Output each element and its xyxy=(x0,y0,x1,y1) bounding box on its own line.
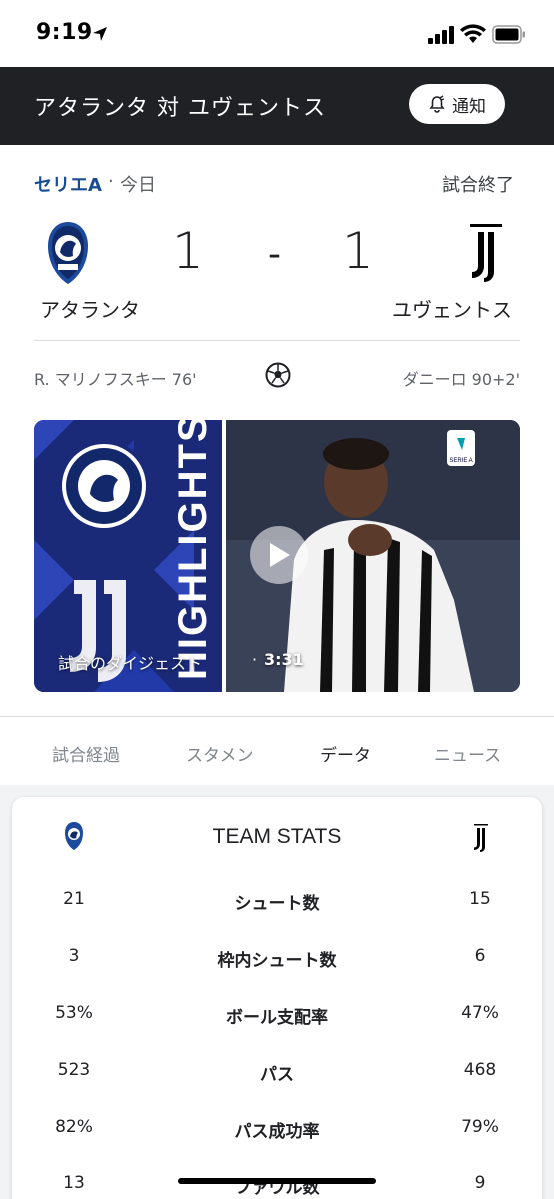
battery-icon xyxy=(492,25,525,44)
stat-away-value: 9 xyxy=(474,1173,486,1193)
stat-row: 523 パス 468 xyxy=(12,1050,542,1090)
stat-label: ボール支配率 xyxy=(226,1008,328,1028)
tab-lineups[interactable]: スタメン xyxy=(186,741,254,766)
stat-away-value: 47% xyxy=(461,1003,499,1023)
stat-row: 82% パス成功率 79% xyxy=(12,1107,542,1147)
stat-row: 53% ボール支配率 47% xyxy=(12,993,542,1033)
soccer-ball-icon xyxy=(265,362,291,388)
notify-button[interactable]: 通知 xyxy=(409,84,505,124)
stat-home-value: 523 xyxy=(57,1060,91,1080)
stat-away-value: 15 xyxy=(469,889,491,909)
atalanta-logo-icon[interactable] xyxy=(46,220,90,286)
league-separator: · xyxy=(108,171,114,192)
stat-label: ファウル数 xyxy=(234,1178,320,1198)
score-separator: - xyxy=(268,234,281,275)
play-button[interactable] xyxy=(250,526,308,584)
stat-home-value: 53% xyxy=(55,1003,93,1023)
bell-icon xyxy=(429,95,445,113)
away-scorer: ダニーロ 90+2' xyxy=(402,370,520,389)
home-team-name[interactable]: アタランタ xyxy=(40,294,140,323)
stat-home-value: 3 xyxy=(68,946,80,966)
divider xyxy=(34,340,520,341)
away-team-name[interactable]: ユヴェントス xyxy=(392,294,512,323)
stat-label: パス xyxy=(260,1065,294,1085)
video-separator: · xyxy=(252,650,258,669)
stat-label: 枠内シュート数 xyxy=(217,951,337,971)
tab-news[interactable]: ニュース xyxy=(434,741,501,766)
stat-label: パス成功率 xyxy=(234,1122,320,1142)
match-date: 今日 xyxy=(120,175,156,196)
home-indicator[interactable] xyxy=(178,1178,376,1184)
notify-label: 通知 xyxy=(452,96,486,117)
signal-icon xyxy=(428,26,454,44)
stat-away-value: 6 xyxy=(474,946,486,966)
stat-home-value: 82% xyxy=(55,1117,93,1137)
play-icon xyxy=(270,543,290,567)
location-arrow-icon xyxy=(93,27,107,41)
team-stats-card: TEAM STATS 21 シュート数 15 3 枠内シュート数 6 53% ボ… xyxy=(12,797,542,1199)
stat-row: 3 枠内シュート数 6 xyxy=(12,936,542,976)
status-bar: 9:19 xyxy=(0,0,554,67)
stat-home-value: 13 xyxy=(63,1173,85,1193)
home-score: 1 xyxy=(172,222,204,280)
tab-timeline[interactable]: 試合経過 xyxy=(52,741,120,766)
tab-stats[interactable]: データ xyxy=(320,741,371,766)
stat-home-value: 21 xyxy=(63,889,85,909)
serie-a-badge-text: SERIE A xyxy=(449,458,472,464)
app-header: アタランタ 対 ユヴェントス 通知 xyxy=(0,67,554,145)
league-name[interactable]: セリエA xyxy=(34,171,102,197)
juventus-logo-icon[interactable] xyxy=(466,220,506,286)
stat-row: 21 シュート数 15 xyxy=(12,879,542,919)
juventus-logo-icon xyxy=(474,824,488,852)
video-caption: 試合のダイジェスト xyxy=(58,654,203,673)
stat-label: シュート数 xyxy=(234,894,320,914)
highlights-overlay-text: HIGHLIGHTS xyxy=(171,420,215,680)
team-stats-title: TEAM STATS xyxy=(212,825,342,848)
stat-away-value: 79% xyxy=(461,1117,499,1137)
home-scorer: R. マリノフスキー 76' xyxy=(34,370,197,389)
video-duration: 3:31 xyxy=(264,650,304,669)
away-score: 1 xyxy=(342,222,374,280)
page-title: アタランタ 対 ユヴェントス xyxy=(34,96,326,121)
status-time: 9:19 xyxy=(36,20,93,45)
highlights-video-card[interactable]: HIGHLIGHTS SERIE A 試合のダイジェスト · 3:31 xyxy=(34,420,520,692)
match-status: 試合終了 xyxy=(442,175,514,196)
tab-bar: 試合経過 スタメン データ ニュース xyxy=(0,717,554,785)
stat-away-value: 468 xyxy=(463,1060,497,1080)
wifi-icon xyxy=(460,24,486,43)
